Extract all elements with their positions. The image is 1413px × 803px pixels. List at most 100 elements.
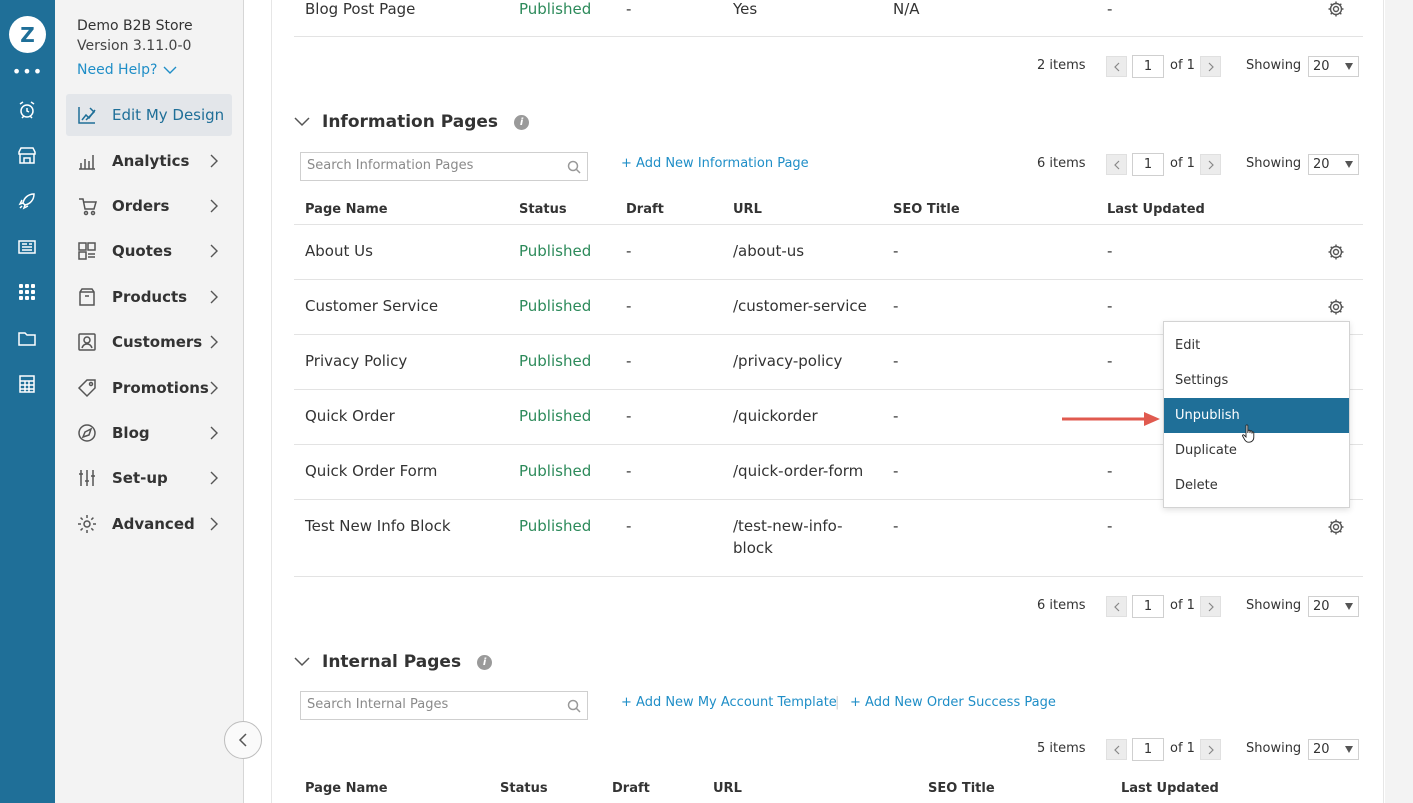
seo-cell: - [893,517,899,535]
gear-icon[interactable] [1327,518,1345,536]
chevron-left-icon [1113,62,1119,71]
sidebar-item-products[interactable]: Products [66,276,232,318]
section-header-information-pages[interactable]: Information Pages i [294,112,530,132]
row-actions-menu: Edit Settings Unpublish Duplicate Delete [1163,321,1350,508]
per-page-select[interactable]: 20 [1308,154,1359,175]
collapse-sidebar-button[interactable] [224,721,262,759]
sidebar-item-label: Products [112,288,188,306]
column-header-draft[interactable]: Draft [626,202,664,217]
column-header-status[interactable]: Status [500,781,548,796]
column-header-seo-title[interactable]: SEO Title [893,202,960,217]
column-header-page-name[interactable]: Page Name [305,202,388,217]
menu-item-edit[interactable]: Edit [1164,328,1349,363]
showing-label: Showing [1246,741,1302,756]
page-number-input[interactable]: 1 [1132,55,1164,78]
gear-icon[interactable] [1327,0,1345,18]
item-count: 2 items [1037,58,1086,73]
sidebar-item-set-up[interactable]: Set-up [66,457,232,499]
chevron-right-icon [210,335,218,349]
storefront-icon[interactable] [16,144,38,166]
column-header-last-updated[interactable]: Last Updated [1107,202,1205,217]
column-header-page-name[interactable]: Page Name [305,781,388,796]
prev-page-button[interactable] [1106,56,1127,77]
next-page-button[interactable] [1200,739,1221,760]
per-page-select[interactable]: 20 [1308,56,1359,77]
pagination: 5 items 1 of 1 Showing 20 [294,738,1363,761]
chevron-right-icon [210,471,218,485]
annotation-arrow-icon [1062,412,1160,426]
next-page-button[interactable] [1200,56,1221,77]
info-icon[interactable]: i [477,654,493,670]
gear-icon[interactable] [1327,243,1345,261]
app-logo[interactable]: Z [9,16,46,53]
folder-icon[interactable] [16,327,38,349]
page-number-input[interactable]: 1 [1132,153,1164,176]
table-row[interactable]: Blog Post Page Published - Yes N/A - [294,0,1363,37]
column-header-url[interactable]: URL [713,781,742,796]
sidebar: Demo B2B Store Version 3.11.0-0 Need Hel… [55,0,262,803]
page-number-input[interactable]: 1 [1132,738,1164,761]
sidebar-item-quotes[interactable]: Quotes [66,230,232,272]
add-new-my-account-template-link[interactable]: + Add New My Account Template [621,695,837,710]
seo-cell: - [893,242,899,260]
item-count: 6 items [1037,156,1086,171]
sidebar-item-customers[interactable]: Customers [66,321,232,363]
sidebar-item-promotions[interactable]: Promotions [66,367,232,409]
page-total: of 1 [1170,58,1195,73]
page-name-cell: Quick Order Form [305,462,438,480]
updated-cell: - [1107,242,1113,260]
spreadsheet-icon[interactable] [16,373,38,395]
sidebar-item-edit-my-design[interactable]: Edit My Design [66,94,232,136]
table-row[interactable]: Test New Info Block Published - /test-ne… [294,500,1363,577]
sidebar-item-analytics[interactable]: Analytics [66,140,232,182]
draft-cell: - [626,242,632,260]
table-row[interactable]: About Us Published - /about-us - - [294,225,1363,280]
per-page-value: 20 [1313,599,1330,614]
customers-icon [78,333,96,351]
section-header-internal-pages[interactable]: Internal Pages i [294,652,493,672]
seo-cell: - [893,352,899,370]
page-number-input[interactable]: 1 [1132,595,1164,618]
per-page-select[interactable]: 20 [1308,596,1359,617]
prev-page-button[interactable] [1106,739,1127,760]
chevron-left-icon [1113,602,1119,611]
column-header-last-updated[interactable]: Last Updated [1121,781,1219,796]
showing-label: Showing [1246,58,1302,73]
per-page-value: 20 [1313,742,1330,757]
menu-item-delete[interactable]: Delete [1164,468,1349,503]
alarm-icon[interactable] [16,99,38,121]
next-page-button[interactable] [1200,596,1221,617]
column-header-seo-title[interactable]: SEO Title [928,781,995,796]
need-help-link[interactable]: Need Help? [77,62,177,78]
chevron-down-icon [294,117,310,127]
info-icon[interactable]: i [514,114,530,130]
search-input[interactable] [307,697,557,712]
apps-grid-icon[interactable] [16,281,38,303]
url-cell: /privacy-policy [733,352,843,370]
menu-item-settings[interactable]: Settings [1164,363,1349,398]
sidebar-item-label: Customers [112,333,203,351]
gear-icon[interactable] [1327,298,1345,316]
prev-page-button[interactable] [1106,596,1127,617]
sidebar-item-orders[interactable]: Orders [66,185,232,227]
more-icon[interactable]: ••• [0,64,55,80]
rocket-icon[interactable] [16,190,38,212]
column-header-status[interactable]: Status [519,202,567,217]
column-header-draft[interactable]: Draft [612,781,650,796]
per-page-select[interactable]: 20 [1308,739,1359,760]
sidebar-item-label: Set-up [112,469,168,487]
pagination: 6 items 1 of 1 Showing 20 [294,595,1363,618]
prev-page-button[interactable] [1106,154,1127,175]
newspaper-icon[interactable] [16,236,38,258]
add-new-order-success-page-link[interactable]: + Add New Order Success Page [850,695,1056,710]
quotes-icon [78,242,96,260]
sidebar-item-blog[interactable]: Blog [66,412,232,454]
next-page-button[interactable] [1200,154,1221,175]
column-header-url[interactable]: URL [733,202,762,217]
search-internal-pages[interactable] [300,691,588,720]
bar-chart-icon [79,155,95,170]
sidebar-item-advanced[interactable]: Advanced [66,503,232,545]
sliders-icon [79,470,95,486]
page-name-cell: Privacy Policy [305,352,408,370]
orders-icon [79,198,97,216]
